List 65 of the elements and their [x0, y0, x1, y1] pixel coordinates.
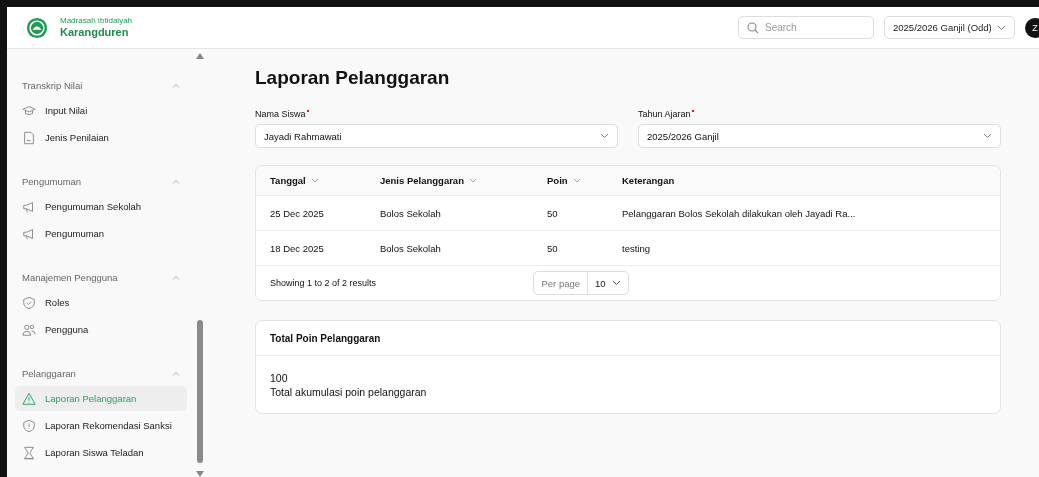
field-label: Tahun Ajaran	[638, 109, 691, 119]
chevron-down-icon	[983, 133, 992, 139]
sidebar-item[interactable]: Laporan Rekomendasi Sanksi	[15, 413, 187, 438]
column-header[interactable]: Jenis Pelanggaran	[380, 175, 477, 186]
sidebar-item[interactable]: Input Nilai	[15, 98, 187, 123]
sort-icon[interactable]	[468, 178, 477, 183]
chevron-down-icon	[600, 133, 609, 139]
sidebar-item[interactable]: Jenis Penilaian	[15, 125, 187, 150]
table-cell: 50	[547, 242, 558, 254]
table-cell: Bolos Sekolah	[380, 207, 441, 219]
column-header[interactable]: Keterangan	[622, 175, 675, 186]
sidebar-group-title: Pelanggaran	[22, 367, 76, 379]
user-avatar[interactable]: Z	[1025, 17, 1039, 38]
table-cell: 25 Dec 2025	[270, 207, 324, 219]
select-field[interactable]: Jayadi Rahmawati	[255, 124, 618, 148]
column-header[interactable]: Poin	[547, 175, 581, 186]
graduation-cap-icon	[22, 103, 36, 118]
collapse-icon[interactable]	[172, 370, 180, 376]
megaphone-icon	[22, 199, 36, 214]
per-page-select[interactable]: Per page 10	[533, 271, 629, 295]
total-caption: Total akumulasi poin pelanggaran	[270, 385, 428, 400]
card-title: Total Poin Pelanggaran	[270, 332, 381, 344]
collapse-icon[interactable]	[172, 82, 180, 88]
results-summary: Showing 1 to 2 of 2 results	[270, 278, 377, 288]
warning-icon	[22, 391, 36, 406]
per-page-label: Per page	[534, 272, 588, 294]
sidebar-group-title: Manajemen Pengguna	[22, 271, 118, 283]
table-cell: Pelanggaran Bolos Sekolah dilakukan oleh Jayadi Ra...	[622, 207, 856, 219]
scroll-down-icon[interactable]	[196, 471, 204, 477]
sidebar-item[interactable]: Pengguna	[15, 317, 187, 342]
column-header[interactable]: Tanggal	[270, 175, 319, 186]
shield-alert-icon	[22, 418, 36, 433]
per-page-value: 10	[594, 277, 607, 289]
collapse-icon[interactable]	[172, 274, 180, 280]
scrollbar-thumb[interactable]	[197, 320, 203, 463]
field-label: Nama Siswa	[255, 109, 306, 119]
period-dropdown[interactable]: 2025/2026 Ganjil (Odd)	[884, 16, 1015, 39]
search-icon	[747, 22, 759, 34]
megaphone-icon	[22, 226, 36, 241]
select-field[interactable]: 2025/2026 Ganjil	[638, 124, 1001, 148]
logo-icon	[26, 16, 48, 39]
sidebar-item[interactable]: Laporan Siswa Teladan	[15, 440, 187, 465]
sidebar-item[interactable]: Pengumuman	[15, 221, 187, 246]
table-cell: Bolos Sekolah	[380, 242, 441, 254]
sidebar-item[interactable]: Pengumuman Sekolah	[15, 194, 187, 219]
page-title: Laporan Pelanggaran	[255, 67, 451, 89]
sidebar-group-title: Pengumuman	[22, 175, 82, 187]
collapse-icon[interactable]	[172, 178, 180, 184]
sort-icon[interactable]	[572, 178, 581, 183]
sidebar-group-title: Transkrip Nilai	[22, 79, 83, 91]
sort-icon[interactable]	[310, 178, 319, 183]
table-cell: 50	[547, 207, 558, 219]
search-field[interactable]: Search	[738, 16, 874, 39]
table-cell: 18 Dec 2025	[270, 242, 324, 254]
users-icon	[22, 322, 36, 337]
table-cell: testing	[622, 242, 650, 254]
school-name: Karangduren	[60, 25, 130, 39]
scroll-up-icon[interactable]	[196, 53, 204, 59]
document-icon	[22, 130, 36, 145]
sidebar-item[interactable]: Roles	[15, 290, 187, 315]
chevron-down-icon	[997, 24, 1006, 31]
chevron-down-icon	[611, 280, 621, 286]
shield-check-icon	[22, 295, 36, 310]
school-subtitle: Madrasah Ibtidaiyah	[60, 16, 133, 26]
total-value: 100	[270, 372, 289, 386]
